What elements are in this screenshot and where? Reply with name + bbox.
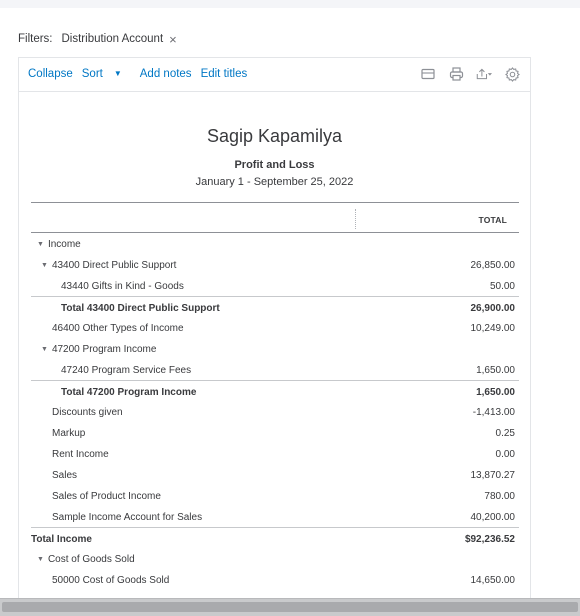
sort-dropdown[interactable]: Sort ▼ [82,68,131,80]
sort-label: Sort [81,68,103,80]
table-row[interactable]: ▼ Income [31,233,519,254]
company-name[interactable]: Sagip Kapamilya [19,126,530,147]
row-amount[interactable]: -1,413.00 [473,407,515,418]
add-notes-link[interactable]: Add notes [140,68,192,80]
total-row[interactable]: Total Income $92,236.52 [31,527,519,548]
export-icon[interactable] [476,66,492,82]
row-amount[interactable]: $92,236.52 [465,534,515,545]
row-label-text: Income [47,239,81,250]
top-band [0,0,580,8]
report-rows: ▼ Income ▼ 43400 Direct Public Support 26,85… [31,233,519,590]
column-resize-handle[interactable] [355,209,356,229]
row-label-text: 47240 Program Service Fees [61,365,192,376]
row-label: Discounts given [52,407,123,418]
row-label-text: Discounts given [52,407,123,418]
remove-filter-icon[interactable]: × [169,33,177,46]
row-label: ▼ Income [37,239,81,250]
row-amount[interactable]: 14,650.00 [471,575,516,586]
row-label-text: Sales [52,470,78,481]
row-label-text: 43440 Gifts in Kind - Goods [61,281,184,292]
row-label-text: Cost of Goods Sold [47,554,135,565]
row-label-text: 50000 Cost of Goods Sold [52,575,170,586]
column-header-total: TOTAL [478,215,507,225]
row-amount[interactable]: 26,850.00 [471,260,516,271]
row-amount[interactable]: 780.00 [484,491,515,502]
table-row[interactable]: Rent Income 0.00 [31,443,519,464]
row-amount[interactable]: 1,650.00 [476,365,515,376]
table-row[interactable]: Sales of Product Income 780.00 [31,485,519,506]
row-amount[interactable]: 10,249.00 [471,323,516,334]
caret-down-icon: ▼ [113,69,122,78]
table-row[interactable]: ▼ 47200 Program Income [31,338,519,359]
table-header: TOTAL [31,202,519,233]
table-row[interactable]: Discounts given -1,413.00 [31,401,519,422]
print-icon[interactable] [448,66,464,82]
row-label: Total Income [31,534,92,545]
table-row[interactable]: 43440 Gifts in Kind - Goods 50.00 [31,275,519,296]
row-amount[interactable]: 26,900.00 [471,303,516,314]
row-label-text: Total 47200 Program Income [61,387,197,398]
collapse-toggle-icon[interactable]: ▼ [37,241,44,248]
collapse-toggle-icon[interactable]: ▼ [41,262,48,269]
row-label: 50000 Cost of Goods Sold [52,575,169,586]
row-label: 43440 Gifts in Kind - Goods [61,281,184,292]
table-row[interactable]: 46400 Other Types of Income 10,249.00 [31,317,519,338]
row-label-text: Total 43400 Direct Public Support [61,303,220,314]
row-amount[interactable]: 0.25 [496,428,515,439]
report-date-range: January 1 - September 25, 2022 [195,176,354,188]
row-label: Rent Income [52,449,109,460]
collapse-toggle-icon[interactable]: ▼ [41,346,48,353]
filter-chip-distribution-account[interactable]: Distribution Account [62,33,164,45]
report-panel: Collapse Sort ▼ Add notes Edit titles Sag… [18,57,531,616]
report-toolbar: Collapse Sort ▼ Add notes Edit titles [19,58,530,92]
row-label: Markup [52,428,85,439]
table-row[interactable]: Sales 13,870.27 [31,464,519,485]
row-amount[interactable]: 1,650.00 [476,387,515,398]
row-amount[interactable]: 0.00 [496,449,515,460]
row-label: Sales [52,470,77,481]
row-label-text: Total Income [31,534,92,545]
table-row[interactable]: Sample Income Account for Sales 40,200.00 [31,506,519,527]
row-label-text: 47200 Program Income [51,344,157,355]
collapse-toggle-icon[interactable]: ▼ [37,556,44,563]
row-label: ▼ 43400 Direct Public Support [41,260,176,271]
scrollbar-thumb[interactable] [2,602,578,612]
row-label: 47240 Program Service Fees [61,365,191,376]
row-label: Total 43400 Direct Public Support [61,303,220,314]
row-amount[interactable]: 40,200.00 [471,512,516,523]
row-amount[interactable]: 13,870.27 [471,470,516,481]
filter-bar: Filters: Distribution Account × [18,31,177,47]
row-label-text: 43400 Direct Public Support [51,260,177,271]
settings-icon[interactable] [504,66,520,82]
horizontal-scrollbar[interactable] [0,598,580,616]
table-row[interactable]: 47240 Program Service Fees 1,650.00 [31,359,519,380]
row-label-text: Sales of Product Income [52,491,161,502]
row-label-text: Markup [52,428,86,439]
row-label-text: Sample Income Account for Sales [52,512,203,523]
collapse-link[interactable]: Collapse [28,68,73,80]
edit-titles-link[interactable]: Edit titles [201,68,248,80]
report-title[interactable]: Profit and Loss [19,159,530,171]
row-label: Sample Income Account for Sales [52,512,202,523]
total-row[interactable]: Total 43400 Direct Public Support 26,900.… [31,296,519,317]
email-icon[interactable] [420,66,436,82]
row-label: ▼ Cost of Goods Sold [37,554,135,565]
table-row[interactable]: Markup 0.25 [31,422,519,443]
row-label-text: Rent Income [52,449,109,460]
row-label-text: 46400 Other Types of Income [52,323,184,334]
table-row[interactable]: 50000 Cost of Goods Sold 14,650.00 [31,569,519,590]
row-label: Sales of Product Income [52,491,161,502]
total-row[interactable]: Total 47200 Program Income 1,650.00 [31,380,519,401]
filters-label: Filters: [18,33,53,45]
row-label: Total 47200 Program Income [61,387,196,398]
row-amount[interactable]: 50.00 [490,281,515,292]
row-label: 46400 Other Types of Income [52,323,184,334]
table-row[interactable]: ▼ 43400 Direct Public Support 26,850.00 [31,254,519,275]
row-label: ▼ 47200 Program Income [41,344,156,355]
table-row[interactable]: ▼ Cost of Goods Sold [31,548,519,569]
